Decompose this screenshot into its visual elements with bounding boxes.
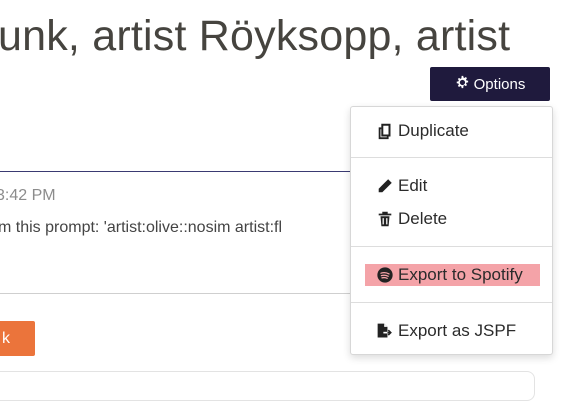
menu-item-label: Duplicate: [398, 121, 469, 140]
trash-icon: [375, 209, 395, 229]
menu-item-delete[interactable]: Delete: [351, 205, 552, 233]
menu-item-label: Delete: [398, 209, 448, 228]
header-divider: [0, 171, 360, 172]
options-button[interactable]: Options: [430, 67, 550, 101]
feedback-button[interactable]: k: [0, 321, 35, 356]
feedback-button-label: k: [2, 329, 10, 347]
menu-divider: [351, 302, 552, 303]
pencil-icon: [375, 176, 395, 196]
section-divider: [0, 293, 352, 294]
menu-item-label: Export as JSPF: [398, 321, 517, 340]
timestamp: 3:42 PM: [0, 187, 56, 204]
menu-item-duplicate[interactable]: Duplicate: [351, 117, 552, 145]
menu-item-export-jspf[interactable]: Export as JSPF: [351, 317, 552, 345]
gear-icon: [455, 75, 469, 93]
menu-item-label: Edit: [398, 176, 428, 195]
menu-item-edit[interactable]: Edit: [351, 172, 552, 200]
menu-divider: [351, 157, 552, 158]
copy-icon: [375, 121, 395, 141]
menu-item-export-spotify[interactable]: Export to Spotify: [351, 261, 552, 289]
menu-divider: [351, 246, 552, 247]
menu-item-label: Export to Spotify: [398, 265, 523, 284]
bottom-card: [0, 371, 535, 401]
file-export-icon: [375, 321, 395, 341]
options-label: Options: [473, 75, 526, 93]
prompt-text: m this prompt: 'artist:olive::nosim arti…: [0, 219, 283, 236]
options-dropdown-menu: Duplicate Edit Delete Export to Spotify …: [350, 106, 553, 355]
spotify-icon: [375, 265, 395, 285]
page-title: unk, artist Röyksopp, artist: [0, 12, 511, 60]
